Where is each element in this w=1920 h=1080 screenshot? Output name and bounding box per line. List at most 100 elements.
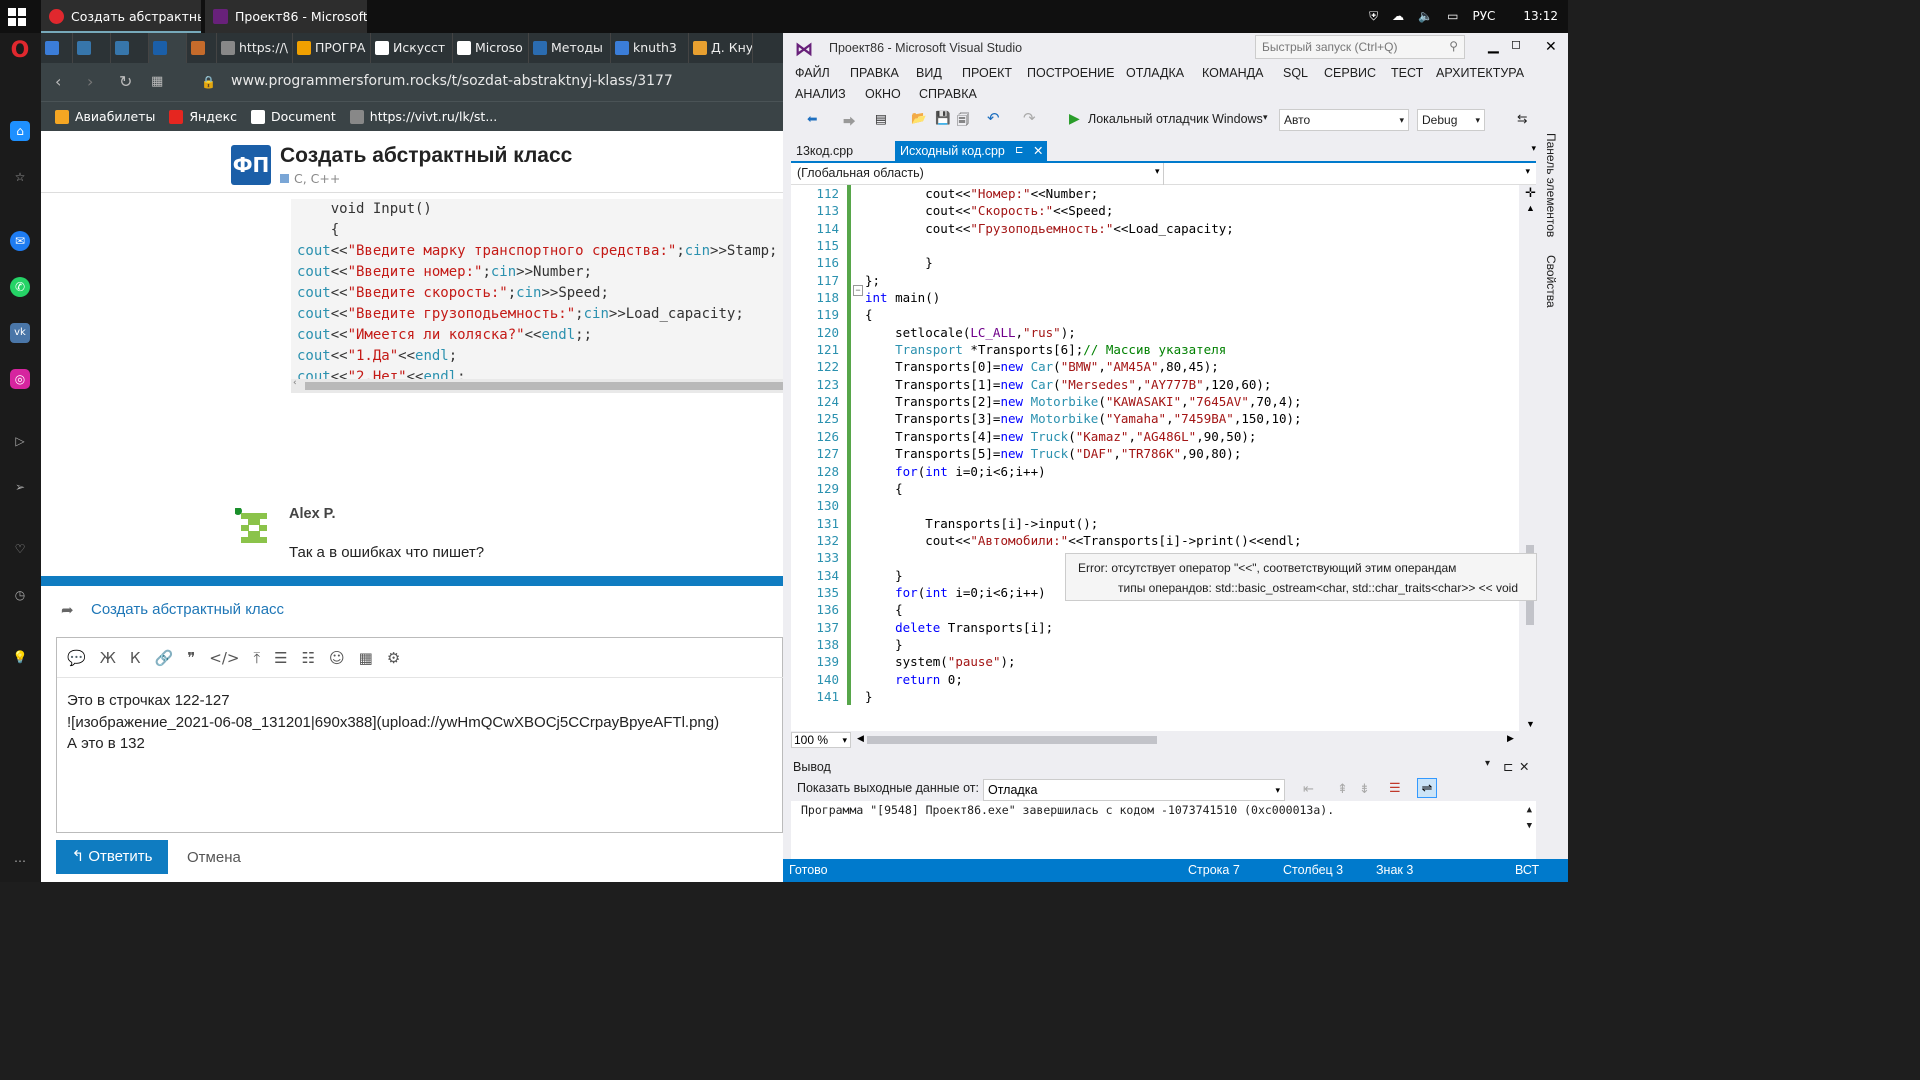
browser-tab[interactable] — [111, 33, 149, 63]
numbered-list-icon[interactable]: ☷ — [302, 649, 315, 667]
code-line[interactable]: setlocale(LC_ALL,"rus"); — [865, 324, 1519, 341]
code-line[interactable]: Transports[3]=new Motorbike("Yamaha","74… — [865, 410, 1519, 427]
menu-item[interactable]: ОКНО — [865, 87, 901, 101]
pin-icon[interactable]: ⊏ — [1015, 141, 1023, 161]
redo-icon[interactable]: ↷ — [1023, 109, 1036, 127]
code-lines[interactable]: cout<<"Номер:"<<Number; cout<<"Скорость:… — [865, 185, 1519, 731]
minimize-icon[interactable]: ▁ — [1488, 37, 1499, 54]
code-line[interactable]: } — [865, 636, 1519, 653]
code-line[interactable]: { — [865, 306, 1519, 323]
vk-icon[interactable]: vk — [10, 323, 30, 343]
post-author[interactable]: Alex P. — [289, 506, 336, 522]
forum-logo[interactable]: ФП — [231, 145, 271, 185]
menu-item[interactable]: ТЕСТ — [1391, 66, 1423, 80]
code-line[interactable]: for(int i=0;i<6;i++) — [865, 463, 1519, 480]
undo-icon[interactable]: ↶ — [987, 109, 1000, 127]
word-wrap-icon[interactable]: ⇌ — [1417, 778, 1437, 798]
code-line[interactable]: Transports[0]=new Car("BMW","AM45A",80,4… — [865, 358, 1519, 375]
close-tab-icon[interactable]: ✕ — [1033, 141, 1043, 161]
toolbox-tab[interactable]: Панель элементов — [1544, 133, 1558, 237]
close-icon[interactable]: ✕ — [1519, 759, 1529, 774]
code-line[interactable]: } — [865, 254, 1519, 271]
quote-icon[interactable]: 💬 — [67, 649, 86, 667]
scroll-down-icon[interactable]: ▼ — [1526, 719, 1535, 729]
italic-icon[interactable]: К — [130, 649, 141, 667]
find-message-icon[interactable]: ⇤ — [1303, 781, 1314, 797]
open-file-icon[interactable]: 📂 — [911, 111, 927, 126]
menu-item[interactable]: ПРОЕКТ — [962, 66, 1012, 80]
shield-icon[interactable]: ⛨ — [1369, 0, 1378, 33]
scroll-up-icon[interactable]: ▲ — [1526, 203, 1535, 213]
clock[interactable]: 13:12 — [1523, 0, 1558, 33]
history-icon[interactable]: ◷ — [10, 585, 30, 605]
code-line[interactable]: delete Transports[i]; — [865, 619, 1519, 636]
instagram-icon[interactable]: ◎ — [10, 369, 30, 389]
menu-item[interactable]: SQL — [1283, 66, 1308, 80]
clear-all-icon[interactable]: ☰ — [1389, 780, 1401, 796]
code-line[interactable]: Transports[5]=new Truck("DAF","TR786K",9… — [865, 445, 1519, 462]
chevron-down-icon[interactable]: ▾ — [1525, 166, 1530, 177]
browser-tab[interactable]: ПРОГРА — [293, 33, 371, 63]
code-line[interactable]: int main() — [865, 289, 1519, 306]
browser-tab[interactable]: Методы — [529, 33, 611, 63]
browser-tab[interactable]: Искусст — [371, 33, 453, 63]
send-icon[interactable]: ➢ — [10, 477, 30, 497]
calendar-icon[interactable]: ▦ — [359, 649, 373, 667]
nav-forward-icon[interactable]: ⮕ — [843, 111, 856, 130]
taskbar-item-browser[interactable]: Создать абстрактны... — [41, 0, 201, 33]
reply-button[interactable]: ↰ Ответить — [56, 840, 168, 874]
network-icon[interactable]: ☁ — [1392, 0, 1404, 33]
maximize-icon[interactable]: ◻ — [1511, 37, 1521, 51]
nav-back-icon[interactable]: ⬅ — [807, 111, 817, 126]
bookmark-item[interactable]: Авиабилеты — [55, 109, 155, 124]
split-icon[interactable]: ✛ — [1525, 185, 1536, 201]
close-icon[interactable]: ✕ — [1545, 38, 1557, 55]
menu-item[interactable]: АНАЛИЗ — [795, 87, 846, 101]
code-line[interactable]: cout<<"Номер:"<<Number; — [865, 185, 1519, 202]
browser-tab[interactable] — [41, 33, 73, 63]
messenger-icon[interactable]: ✉ — [10, 231, 30, 251]
gear-icon[interactable]: ⚙ — [387, 649, 400, 667]
menu-item[interactable]: ПОСТРОЕНИЕ — [1027, 66, 1114, 80]
volume-icon[interactable]: 🔈 — [1418, 0, 1433, 33]
url-field[interactable]: www.programmersforum.rocks/t/sozdat-abst… — [231, 73, 673, 89]
heart-icon[interactable]: ♡ — [10, 539, 30, 559]
save-all-icon[interactable]: 🗐 — [957, 111, 970, 132]
cancel-button[interactable]: Отмена — [187, 849, 241, 866]
taskbar-item-visual-studio[interactable]: Проект86 - Microsoft ... — [205, 0, 367, 33]
code-line[interactable]: Transports[i]->input(); — [865, 515, 1519, 532]
browser-tab[interactable] — [149, 33, 187, 63]
composer-textarea[interactable]: Это в строчках 122-127 ![изображение_202… — [67, 690, 719, 755]
code-icon[interactable]: </> — [209, 649, 239, 667]
new-project-icon[interactable]: ▤ — [875, 111, 887, 126]
battery-icon[interactable]: ▭ — [1447, 0, 1458, 33]
browser-tab[interactable]: https://\ — [217, 33, 293, 63]
code-block-scrollbar[interactable]: ‹ — [291, 378, 783, 393]
properties-tab[interactable]: Свойства — [1544, 255, 1558, 308]
browser-tab[interactable] — [73, 33, 111, 63]
chevron-down-icon[interactable]: ▾ — [1263, 112, 1268, 123]
start-debug-icon[interactable]: ▶ — [1069, 110, 1080, 127]
code-line[interactable]: Transports[4]=new Truck("Kamaz","AG486L"… — [865, 428, 1519, 445]
upload-icon[interactable]: ⤒ — [253, 649, 260, 667]
scrollbar-thumb[interactable] — [305, 382, 783, 390]
code-line[interactable]: cout<<"Скорость:"<<Speed; — [865, 202, 1519, 219]
composer-topic-link[interactable]: Создать абстрактный класс — [91, 601, 284, 618]
next-message-icon[interactable]: ⇟ — [1359, 781, 1370, 797]
code-line[interactable]: { — [865, 480, 1519, 497]
code-editor[interactable]: 112 113 114 115 116 117 118 119 120 121 122 123 124 1… — [791, 185, 1519, 731]
tab-13kod[interactable]: 13код.cpp — [791, 141, 858, 161]
scroll-up-icon[interactable]: ▲ — [1527, 805, 1532, 815]
menu-item[interactable]: СЕРВИС — [1324, 66, 1376, 80]
bookmark-item[interactable]: Яндекс — [169, 109, 237, 124]
browser-tab[interactable]: Д. Кнут — [689, 33, 753, 63]
menu-item[interactable]: АРХИТЕКТУРА — [1436, 66, 1524, 80]
code-line[interactable]: return 0; — [865, 671, 1519, 688]
composer-resize-bar[interactable] — [41, 576, 783, 586]
chevron-down-icon[interactable]: ▾ — [1531, 143, 1536, 154]
code-line[interactable]: { — [865, 601, 1519, 618]
scroll-right-icon[interactable]: ▶ — [1507, 733, 1514, 744]
collapse-icon[interactable]: − — [853, 285, 863, 296]
pin-icon[interactable]: ⊏ — [1503, 759, 1513, 774]
code-line[interactable]: Transport *Transports[6];// Массив указа… — [865, 341, 1519, 358]
